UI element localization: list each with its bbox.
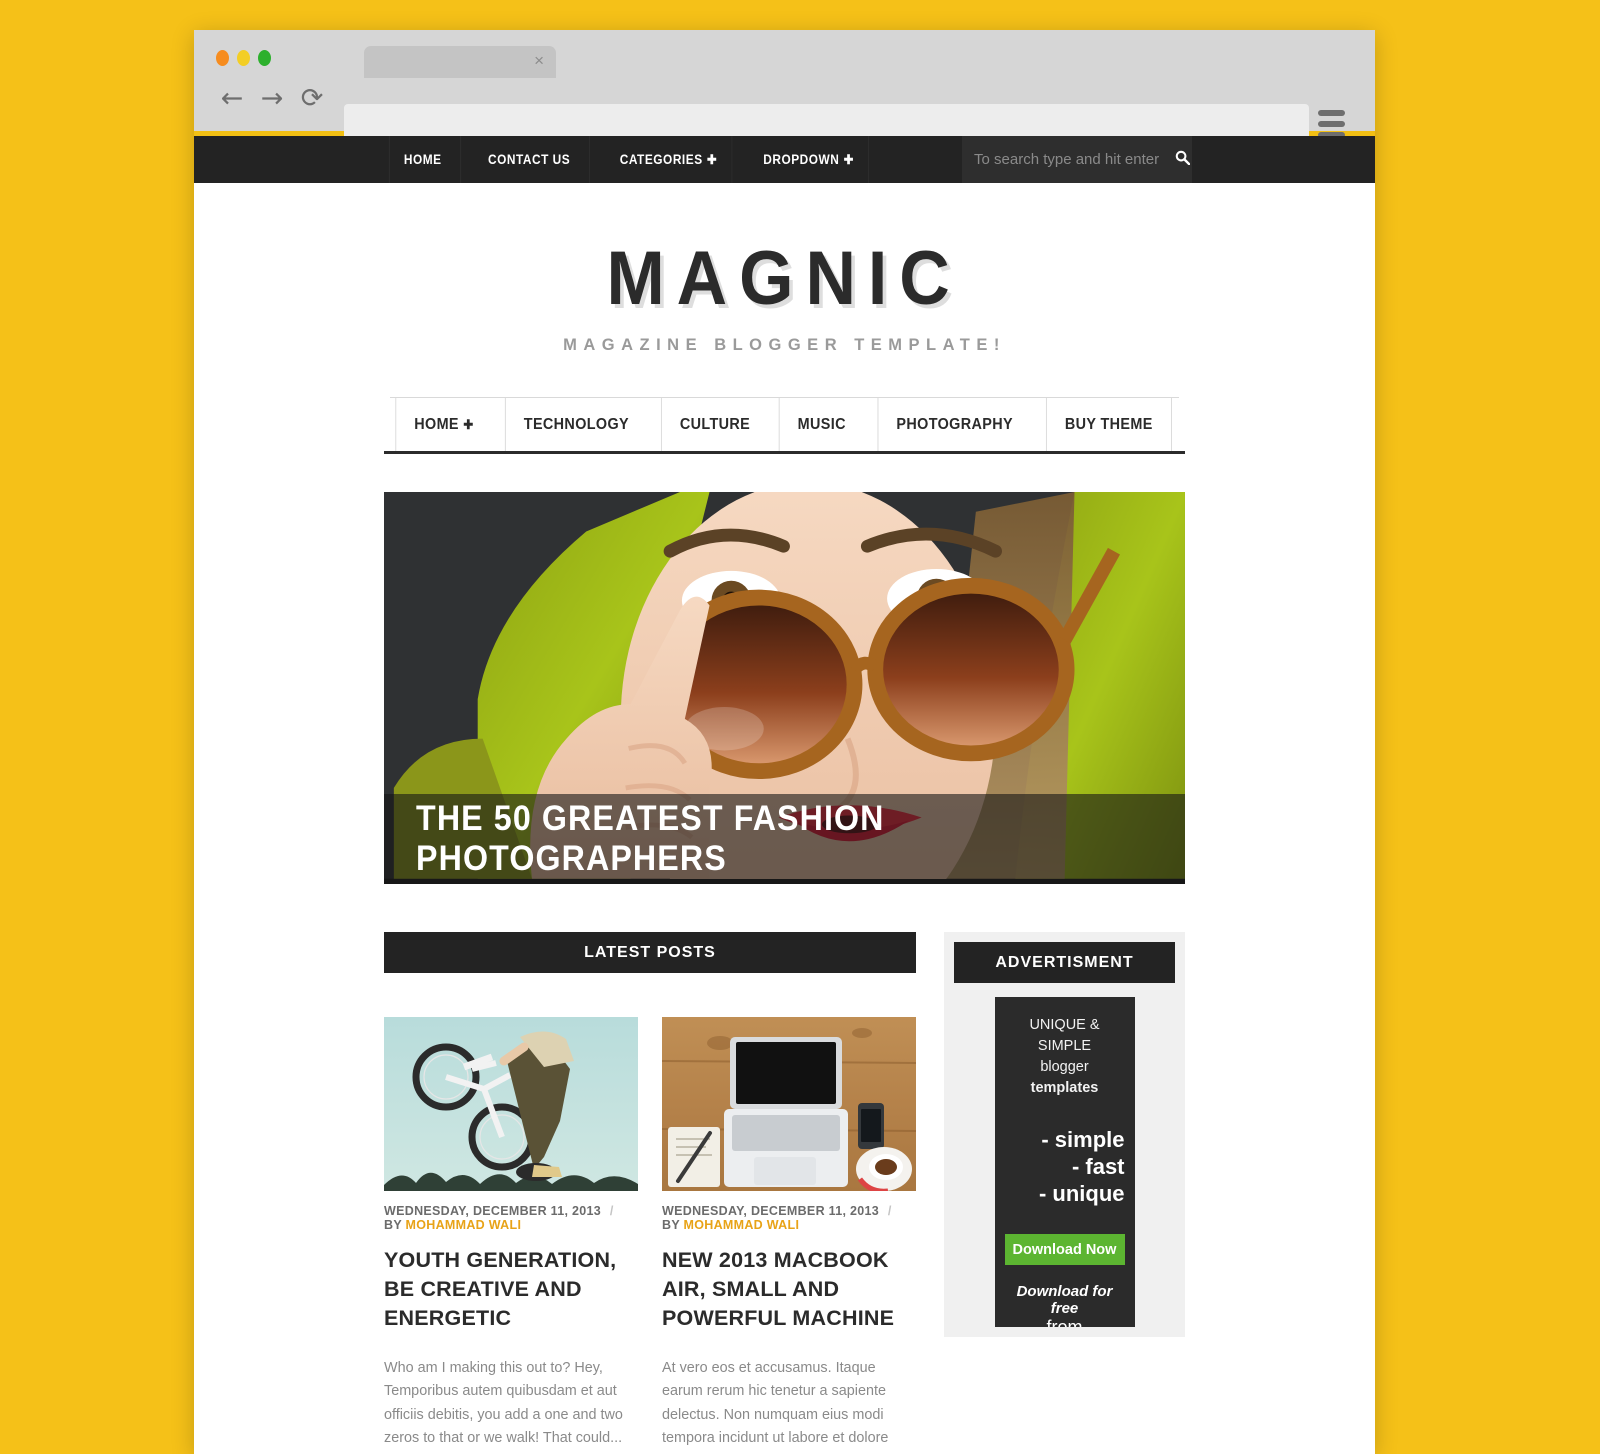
topnav-label: Contact Us — [487, 152, 571, 167]
sidebar: ADVERTISMENT UNIQUE & SIMPLE blogger tem… — [944, 932, 1185, 1337]
post-item: WEDNESDAY, DECEMBER 11, 2013 / BY MOHAMM… — [384, 1017, 638, 1454]
post-thumbnail[interactable] — [662, 1017, 916, 1191]
site-body: Home Contact Us Categories ✚ Dropdown ✚ — [194, 136, 1375, 1454]
ad-feature: - simple — [1041, 1127, 1125, 1153]
by-label: BY — [384, 1218, 402, 1232]
maximize-window-button[interactable] — [258, 50, 271, 66]
post-meta: WEDNESDAY, DECEMBER 11, 2013 / BY MOHAMM… — [384, 1204, 638, 1232]
plus-icon: ✚ — [707, 151, 718, 167]
top-navigation-bar: Home Contact Us Categories ✚ Dropdown ✚ — [194, 136, 1375, 183]
search-box[interactable] — [962, 136, 1192, 183]
hero-title[interactable]: THE 50 GREATEST FASHION PHOTOGRAPHERS — [416, 799, 1153, 879]
main-menu-wrapper: HOME ✚ TECHNOLOGY CULTURE MUSIC PHOTOGRAP… — [384, 397, 1185, 454]
main-menu: HOME ✚ TECHNOLOGY CULTURE MUSIC PHOTOGRAP… — [390, 397, 1179, 451]
plus-icon: ✚ — [843, 151, 855, 167]
ad-feature: - unique — [1038, 1180, 1125, 1206]
post-thumbnail[interactable] — [384, 1017, 638, 1191]
post-date: WEDNESDAY, DECEMBER 11, 2013 — [662, 1204, 880, 1218]
reload-icon[interactable]: ⟳ — [296, 84, 328, 116]
post-date: WEDNESDAY, DECEMBER 11, 2013 — [384, 1204, 602, 1218]
by-label: BY — [662, 1218, 680, 1232]
menu-item-home[interactable]: HOME ✚ — [395, 398, 492, 451]
browser-nav-row: ← → ⟳ — [194, 78, 1375, 142]
post-author-link[interactable]: MOHAMMAD WALI — [684, 1218, 800, 1232]
close-tab-icon[interactable]: × — [534, 52, 544, 69]
search-icon[interactable] — [1173, 150, 1192, 170]
browser-tab[interactable]: × — [364, 46, 556, 78]
browser-chrome: × ← → ⟳ — [194, 30, 1375, 142]
window-controls[interactable] — [216, 50, 271, 66]
topnav-label: Categories — [620, 152, 704, 167]
close-window-button[interactable] — [216, 50, 229, 66]
site-header: MAGNIC MAGAZINE BLOGGER TEMPLATE! — [194, 183, 1375, 355]
nav-buttons[interactable]: ← → ⟳ — [216, 84, 328, 116]
section-header-latest-posts: LATEST POSTS — [384, 932, 916, 973]
minimize-window-button[interactable] — [237, 50, 250, 66]
topnav-label: Home — [403, 152, 442, 167]
menu-label: HOME — [414, 416, 460, 433]
menu-item-photography[interactable]: PHOTOGRAPHY — [877, 398, 1030, 451]
ad-from-text: from — [1046, 1316, 1083, 1327]
hero-slider[interactable]: THE 50 GREATEST FASHION PHOTOGRAPHERS — [384, 492, 1185, 884]
topnav-item-categories[interactable]: Categories ✚ — [606, 136, 733, 183]
post-list: WEDNESDAY, DECEMBER 11, 2013 / BY MOHAMM… — [384, 1017, 916, 1454]
sidebar-header-advertisement: ADVERTISMENT — [954, 942, 1175, 983]
download-now-button[interactable]: Download Now — [1004, 1233, 1125, 1265]
search-input[interactable] — [962, 136, 1173, 183]
topnav-item-contact-us[interactable]: Contact Us — [474, 136, 590, 183]
hero-caption: THE 50 GREATEST FASHION PHOTOGRAPHERS — [384, 794, 1185, 884]
back-icon[interactable]: ← — [216, 84, 248, 116]
ad-headline-line1: UNIQUE & SIMPLE — [1029, 1017, 1100, 1055]
browser-window: × ← → ⟳ Home Contact Us — [194, 30, 1375, 1454]
ad-feature-list: - simple - fast - unique — [1005, 1127, 1125, 1207]
macbook-photo — [662, 1017, 916, 1191]
meta-separator: / — [887, 1204, 892, 1218]
main-column: LATEST POSTS WEDNESDAY, DECEMBER 11, 201… — [384, 932, 916, 1454]
ad-word-templates: templates — [1030, 1080, 1099, 1097]
ad-feature: - fast — [1071, 1153, 1125, 1179]
post-author-link[interactable]: MOHAMMAD WALI — [406, 1218, 522, 1232]
menu-item-buy-theme[interactable]: BUY THEME — [1046, 398, 1172, 451]
post-item: WEDNESDAY, DECEMBER 11, 2013 / BY MOHAMM… — [662, 1017, 916, 1454]
bmx-photo — [384, 1017, 638, 1191]
ad-headline-line2: blogger templates — [1005, 1057, 1125, 1099]
post-title[interactable]: YOUTH GENERATION, BE CREATIVE AND ENERGE… — [384, 1246, 638, 1333]
meta-separator: / — [609, 1204, 614, 1218]
topnav-item-home[interactable]: Home — [388, 136, 461, 183]
topnav-item-dropdown[interactable]: Dropdown ✚ — [749, 136, 870, 183]
post-meta: WEDNESDAY, DECEMBER 11, 2013 / BY MOHAMM… — [662, 1204, 916, 1232]
ad-word-blogger: blogger — [1040, 1059, 1089, 1076]
topnav-label: Dropdown — [763, 152, 840, 167]
post-excerpt: Who am I making this out to? Hey, Tempor… — [384, 1360, 623, 1447]
site-logo[interactable]: MAGNIC — [607, 235, 962, 322]
ad-headline: UNIQUE & SIMPLE blogger templates — [1005, 1015, 1125, 1099]
forward-icon[interactable]: → — [256, 84, 288, 116]
menu-item-technology[interactable]: TECHNOLOGY — [505, 398, 647, 451]
advertisement-banner[interactable]: UNIQUE & SIMPLE blogger templates - simp… — [994, 997, 1135, 1327]
top-nav-links: Home Contact Us Categories ✚ Dropdown ✚ — [384, 136, 877, 183]
menu-item-culture[interactable]: CULTURE — [661, 398, 768, 451]
post-title[interactable]: NEW 2013 MACBOOK AIR, SMALL AND POWERFUL… — [662, 1246, 916, 1333]
plus-icon: ✚ — [463, 417, 474, 432]
site-tagline: MAGAZINE BLOGGER TEMPLATE! — [563, 336, 1006, 354]
ad-free-text: Download for free — [1016, 1282, 1113, 1317]
content-area: LATEST POSTS WEDNESDAY, DECEMBER 11, 201… — [384, 932, 1185, 1454]
menu-item-music[interactable]: MUSIC — [778, 398, 864, 451]
tab-strip[interactable]: × — [364, 46, 556, 78]
post-excerpt: At vero eos et accusamus. Itaque earum r… — [662, 1360, 889, 1454]
